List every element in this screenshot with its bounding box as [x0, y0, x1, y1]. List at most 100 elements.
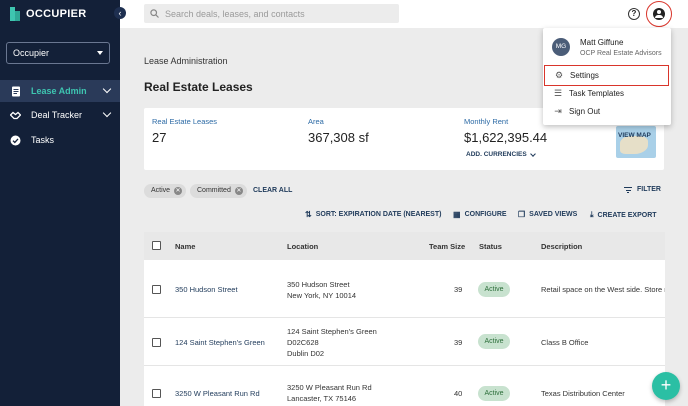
stat-area: Area 367,308 sf	[308, 117, 369, 145]
add-currencies-button[interactable]: ADD. CURRENCIES	[466, 150, 536, 158]
row-checkbox[interactable]	[152, 389, 161, 398]
team-size-value: 39	[454, 338, 463, 347]
team-size-value: 39	[454, 285, 463, 294]
status-badge: Active	[478, 386, 510, 401]
sidebar: OCCUPIER Occupier Lease Admin Deal Track…	[0, 0, 120, 406]
status-badge: Active	[478, 334, 510, 349]
description-value: Texas Distribution Center	[541, 389, 625, 398]
lease-name-link[interactable]: 350 Hudson Street	[175, 284, 238, 295]
user-avatar-button[interactable]	[646, 1, 672, 27]
create-export-button[interactable]: ⤓ CREATE EXPORT	[590, 210, 657, 220]
create-export-label: CREATE EXPORT	[597, 211, 657, 219]
org-select-value: Occupier	[13, 48, 50, 58]
menu-item-label: Sign Out	[569, 107, 601, 116]
menu-item-label: Settings	[570, 71, 599, 80]
location-line: Dublin D02	[287, 349, 325, 358]
help-icon[interactable]: ?	[628, 8, 640, 20]
logo[interactable]: OCCUPIER	[10, 7, 86, 21]
stat-label: Area	[308, 117, 324, 126]
row-checkbox[interactable]	[152, 338, 161, 347]
column-header-status[interactable]: Status	[479, 242, 502, 251]
table-icon: ▦	[453, 210, 461, 219]
configure-button[interactable]: ▦ CONFIGURE	[453, 210, 507, 219]
filter-icon	[624, 186, 632, 193]
location-line: 3250 W Pleasant Run Rd	[287, 383, 372, 392]
avatar: MG	[552, 38, 570, 56]
logo-text: OCCUPIER	[26, 8, 87, 20]
sidebar-item-label: Lease Admin	[31, 86, 87, 96]
copy-icon: ❐	[518, 210, 526, 219]
sidebar-item-label: Deal Tracker	[31, 110, 83, 120]
table-row[interactable]: 124 Saint Stephen's Green 124 Saint Step…	[144, 318, 665, 366]
sidebar-item-deal-tracker[interactable]: Deal Tracker	[0, 104, 120, 126]
user-org: OCP Real Estate Advisors	[580, 50, 662, 57]
menu-item-label: Task Templates	[569, 89, 624, 98]
download-icon: ⤓	[590, 210, 594, 219]
status-badge: Active	[478, 282, 510, 297]
location-line: 124 Saint Stephen's Green	[287, 327, 377, 336]
sign-out-icon: ⇥	[554, 106, 562, 116]
close-icon[interactable]: ✕	[174, 186, 183, 195]
configure-label: CONFIGURE	[464, 211, 507, 218]
user-icon	[653, 8, 665, 20]
column-header-team-size[interactable]: Team Size	[429, 242, 465, 251]
check-circle-icon	[10, 135, 21, 146]
lease-name-link[interactable]: 124 Saint Stephen's Green	[175, 337, 265, 348]
chip-label: Committed	[197, 187, 231, 194]
stat-monthly-rent: Monthly Rent $1,622,395.44	[464, 117, 547, 145]
org-select[interactable]: Occupier	[6, 42, 110, 64]
row-checkbox[interactable]	[152, 285, 161, 294]
chevron-down-icon	[102, 84, 112, 94]
sidebar-item-label: Tasks	[31, 135, 55, 145]
lease-name-link[interactable]: 3250 W Pleasant Run Rd	[175, 388, 260, 399]
document-icon	[10, 86, 21, 97]
location-line: New York, NY 10014	[287, 291, 357, 300]
sidebar-item-lease-admin[interactable]: Lease Admin	[0, 80, 120, 102]
stat-value: 367,308 sf	[308, 130, 369, 145]
filter-button[interactable]: FILTER	[624, 186, 661, 193]
stat-label: Monthly Rent	[464, 117, 509, 126]
select-all-checkbox[interactable]	[152, 241, 161, 250]
logo-mark-icon	[10, 7, 20, 21]
search-input[interactable]: Search deals, leases, and contacts	[144, 4, 399, 23]
collapse-sidebar-button[interactable]: ‹	[114, 7, 126, 19]
user-menu: MG Matt Giffune OCP Real Estate Advisors…	[543, 28, 671, 125]
filter-label: FILTER	[637, 186, 661, 193]
column-header-description[interactable]: Description	[541, 242, 582, 251]
add-currencies-label: ADD. CURRENCIES	[466, 151, 527, 158]
filter-chip-active[interactable]: Active ✕	[144, 184, 187, 198]
stat-value: $1,622,395.44	[464, 130, 548, 145]
location-line: D02C628	[287, 338, 319, 347]
view-map-button[interactable]: VIEW MAP	[616, 126, 656, 158]
column-header-name[interactable]: Name	[175, 242, 195, 251]
team-size-value: 40	[454, 389, 463, 398]
sort-button[interactable]: ⇅ SORT: EXPIRATION DATE (NEAREST)	[305, 210, 441, 219]
view-map-label: VIEW MAP	[618, 132, 651, 139]
table-row[interactable]: 350 Hudson Street 350 Hudson Street New …	[144, 260, 665, 318]
menu-item-sign-out[interactable]: ⇥ Sign Out	[544, 101, 669, 122]
sort-icon: ⇅	[305, 210, 312, 219]
sidebar-item-tasks[interactable]: Tasks	[0, 129, 120, 151]
location-line: Lancaster, TX 75146	[287, 394, 357, 403]
stat-label: Real Estate Leases	[152, 117, 218, 126]
chevron-down-icon	[529, 150, 536, 157]
user-name: Matt Giffune	[580, 38, 624, 47]
table-header: Name Location Team Size Status Descripti…	[144, 232, 665, 260]
filter-chip-committed[interactable]: Committed ✕	[190, 184, 247, 198]
close-icon[interactable]: ✕	[234, 186, 243, 195]
table-row[interactable]: 3250 W Pleasant Run Rd 3250 W Pleasant R…	[144, 366, 665, 406]
clear-all-button[interactable]: CLEAR ALL	[253, 187, 292, 194]
saved-views-button[interactable]: ❐ SAVED VIEWS	[518, 210, 577, 219]
caret-down-icon	[97, 51, 103, 55]
add-fab-button[interactable]: +	[652, 372, 680, 400]
gear-icon: ⚙	[554, 70, 564, 80]
column-header-location[interactable]: Location	[287, 242, 318, 251]
stat-value: 27	[152, 130, 167, 145]
saved-views-label: SAVED VIEWS	[529, 211, 578, 218]
stat-leases: Real Estate Leases 27	[152, 117, 217, 145]
page-title: Real Estate Leases	[144, 80, 253, 94]
breadcrumb[interactable]: Lease Administration	[144, 56, 228, 66]
search-icon	[150, 9, 159, 18]
location-line: 350 Hudson Street	[287, 280, 350, 289]
chip-label: Active	[151, 187, 171, 194]
